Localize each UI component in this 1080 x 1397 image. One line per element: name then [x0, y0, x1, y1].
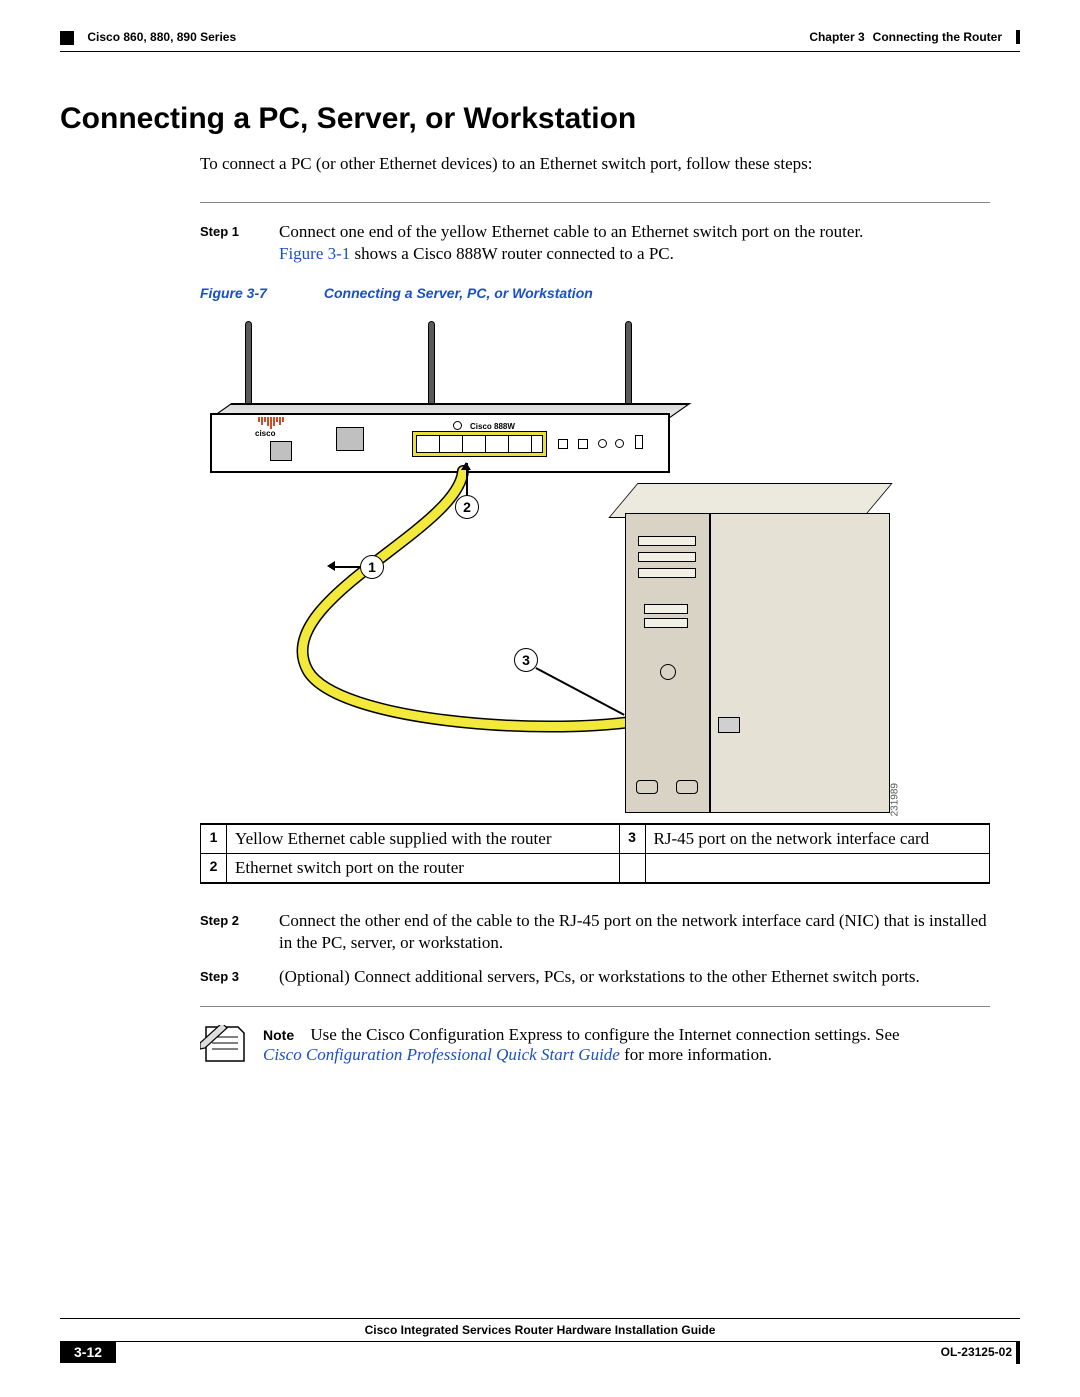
- cisco-text-label: cisco: [255, 429, 275, 438]
- switch-port-row: [412, 431, 547, 457]
- legend-num: 1: [201, 824, 227, 854]
- header-divider: [60, 51, 1020, 52]
- step-label: Step 2: [200, 910, 255, 928]
- step-text: Connect the other end of the cable to th…: [279, 910, 990, 954]
- intro-paragraph: To connect a PC (or other Ethernet devic…: [200, 154, 990, 174]
- arrowhead-icon: [461, 457, 471, 470]
- led-icon: [598, 439, 607, 448]
- callout-1: 1: [360, 555, 384, 579]
- legend-text: RJ-45 port on the network interface card: [645, 824, 990, 854]
- port-icon: [578, 439, 588, 449]
- foot-icon: [636, 780, 658, 794]
- figure-xref-link[interactable]: Figure 3-1: [279, 244, 350, 263]
- legend-text: Ethernet switch port on the router: [227, 854, 620, 884]
- callout-2: 2: [455, 495, 479, 519]
- power-icon: [615, 439, 624, 448]
- page-footer: Cisco Integrated Services Router Hardwar…: [60, 1318, 1020, 1363]
- legend-num: 2: [201, 854, 227, 884]
- led-icon: [453, 421, 462, 430]
- step-text: (Optional) Connect additional servers, P…: [279, 966, 990, 988]
- section-heading: Connecting a PC, Server, or Workstation: [60, 102, 1020, 136]
- page-number: 3-12: [60, 1341, 116, 1363]
- figure-caption: Figure 3-7 Connecting a Server, PC, or W…: [200, 285, 990, 301]
- note-label: Note: [263, 1027, 294, 1043]
- drive-bay-icon: [638, 568, 696, 578]
- callout-3: 3: [514, 648, 538, 672]
- steps-bottom-rule: [200, 1006, 990, 1007]
- port-icon: [270, 441, 292, 461]
- antenna-icon: [625, 321, 632, 411]
- note-block: Note Use the Cisco Configuration Express…: [200, 1025, 990, 1065]
- legend-num-empty: [619, 854, 645, 884]
- chapter-title: Connecting the Router: [873, 30, 1002, 44]
- step-text: Connect one end of the yellow Ethernet c…: [279, 221, 990, 265]
- floppy-bay-icon: [644, 618, 688, 628]
- foot-icon: [676, 780, 698, 794]
- nic-port-icon: [718, 717, 740, 733]
- figure-title: Connecting a Server, PC, or Workstation: [324, 285, 593, 301]
- step-3: Step 3 (Optional) Connect additional ser…: [200, 966, 990, 988]
- table-row: 1 Yellow Ethernet cable supplied with th…: [201, 824, 990, 854]
- doc-id: OL-23125-02: [941, 1345, 1012, 1359]
- cisco-logo-icon: [258, 417, 284, 429]
- ground-icon: [635, 435, 643, 449]
- step-label: Step 1: [200, 221, 255, 239]
- figure-illustration: cisco Cisco 888W: [200, 313, 900, 813]
- footer-rule: [60, 1318, 1020, 1319]
- series-label: Cisco 860, 880, 890 Series: [87, 30, 236, 44]
- power-button-icon: [660, 664, 676, 680]
- pc-side-face: [710, 513, 890, 813]
- drive-bay-icon: [638, 536, 696, 546]
- header-rule: [1016, 30, 1020, 44]
- legend-num: 3: [619, 824, 645, 854]
- step-label: Step 3: [200, 966, 255, 984]
- footer-bar: 3-12 OL-23125-02: [60, 1341, 1020, 1363]
- footer-guide-title: Cisco Integrated Services Router Hardwar…: [60, 1323, 1020, 1337]
- chapter-number: Chapter 3: [809, 30, 864, 44]
- arrowhead-icon: [322, 561, 335, 571]
- header-marker-square: [60, 31, 74, 45]
- figure-number: Figure 3-7: [200, 285, 320, 301]
- step-1: Step 1 Connect one end of the yellow Eth…: [200, 221, 990, 265]
- floppy-bay-icon: [644, 604, 688, 614]
- antenna-icon: [428, 321, 435, 411]
- port-icon: [558, 439, 568, 449]
- note-body: Note Use the Cisco Configuration Express…: [263, 1025, 900, 1065]
- legend-text-empty: [645, 854, 990, 884]
- art-number: 231989: [889, 783, 900, 816]
- steps-top-rule: [200, 202, 990, 203]
- antenna-icon: [245, 321, 252, 411]
- step-2: Step 2 Connect the other end of the cabl…: [200, 910, 990, 954]
- pencil-note-icon: [200, 1025, 245, 1063]
- header-left: Cisco 860, 880, 890 Series: [60, 30, 236, 45]
- router-model-label: Cisco 888W: [470, 422, 515, 431]
- port-icon: [336, 427, 364, 451]
- legend-text: Yellow Ethernet cable supplied with the …: [227, 824, 620, 854]
- pc-front-face: [625, 513, 710, 813]
- note-doc-link[interactable]: Cisco Configuration Professional Quick S…: [263, 1045, 620, 1064]
- table-row: 2 Ethernet switch port on the router: [201, 854, 990, 884]
- header-right: Chapter 3 Connecting the Router: [809, 30, 1020, 44]
- drive-bay-icon: [638, 552, 696, 562]
- footer-tick: [1016, 1342, 1020, 1364]
- figure-legend-table: 1 Yellow Ethernet cable supplied with th…: [200, 823, 990, 884]
